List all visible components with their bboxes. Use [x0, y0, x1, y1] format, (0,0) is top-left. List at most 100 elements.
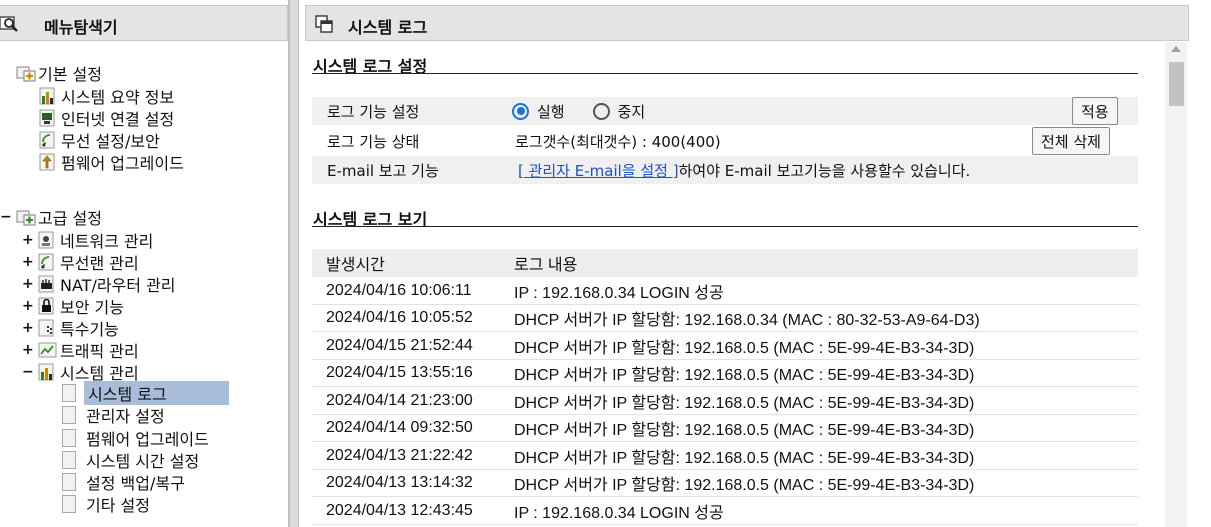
radio-enable-label[interactable]: 실행 [537, 101, 565, 122]
page-icon [62, 429, 76, 447]
log-message: DHCP 서버가 IP 할당함: 192.168.0.34 (MAC : 80-… [514, 312, 980, 329]
log-row: 2024/04/13 12:43:45 IP : 192.168.0.34 LO… [312, 498, 1138, 525]
email-report-text: 하여야 E-mail 보고기능을 사용할수 있습니다. [678, 161, 971, 180]
tree-group-advanced-settings[interactable]: − 고급 설정 [0, 206, 104, 228]
log-row: 2024/04/14 09:32:50 DHCP 서버가 IP 할당함: 192… [312, 415, 1138, 442]
content-title: 시스템 로그 [348, 18, 428, 37]
network-icon [38, 231, 54, 249]
radio-enable[interactable] [512, 102, 529, 120]
magnifier-icon [0, 16, 18, 32]
log-row: 2024/04/13 13:14:32 DHCP 서버가 IP 할당함: 192… [312, 470, 1138, 497]
setting-key: 로그 기능 설정 [327, 102, 420, 121]
panel-splitter[interactable] [288, 0, 299, 527]
lock-icon [38, 297, 54, 315]
radio-disable-label[interactable]: 중지 [618, 101, 646, 122]
page-icon [62, 495, 76, 513]
expand-toggle[interactable]: + [22, 232, 34, 248]
router-icon [38, 275, 54, 293]
folder-plus-icon [16, 66, 36, 82]
log-message: DHCP 서버가 IP 할당함: 192.168.0.5 (MAC : 5E-9… [514, 450, 975, 467]
tree-subitem-other-settings[interactable]: 기타 설정 [62, 493, 152, 515]
tree-subitem-firmware-upgrade[interactable]: 펌웨어 업그레이드 [62, 427, 211, 449]
tree-item-nat-router[interactable]: + NAT/라우터 관리 [22, 273, 178, 295]
radio-disable[interactable] [592, 102, 610, 120]
tree-item-label: 특수기능 [60, 320, 119, 339]
setting-value: [ 관리자 E-mail을 설정 ] 하여야 E-mail 보고기능을 사용할수… [504, 156, 1138, 184]
tree-subitem-label: 펌웨어 업그레이드 [86, 430, 209, 449]
tree-subitem-system-time[interactable]: 시스템 시간 설정 [62, 449, 201, 471]
log-status-row: 로그 기능 상태 로그갯수(최대갯수) : 400(400) 전체 삭제 [312, 127, 1138, 155]
expand-toggle[interactable]: + [22, 320, 34, 336]
traffic-icon [38, 342, 57, 358]
page-icon [62, 406, 76, 424]
log-message: IP : 192.168.0.34 LOGIN 성공 [514, 505, 724, 522]
upgrade-icon [39, 153, 55, 171]
tree-item-system-management[interactable]: − 시스템 관리 [22, 361, 141, 383]
tree-item-label: 펌웨어 업그레이드 [61, 154, 184, 173]
collapse-toggle[interactable]: − [0, 209, 12, 225]
page-icon [62, 384, 76, 402]
tree-item-internet-settings[interactable]: 인터넷 연결 설정 [39, 107, 176, 129]
tree-item-label: NAT/라우터 관리 [60, 276, 176, 295]
content-header: 시스템 로그 [305, 5, 1189, 41]
column-header-time: 발생시간 [326, 257, 385, 274]
tree-subitem-backup-restore[interactable]: 설정 백업/복구 [62, 471, 187, 493]
tree-subitem-system-log[interactable]: 시스템 로그 [62, 381, 229, 405]
collapse-toggle[interactable]: − [22, 364, 34, 380]
tree-subitem-label: 시스템 시간 설정 [86, 452, 200, 471]
apply-button[interactable]: 적용 [1072, 97, 1118, 125]
log-message: DHCP 서버가 IP 할당함: 192.168.0.5 (MAC : 5E-9… [514, 367, 975, 384]
expand-toggle[interactable]: + [22, 298, 34, 314]
vertical-scrollbar[interactable] [1165, 42, 1187, 527]
log-row: 2024/04/15 21:52:44 DHCP 서버가 IP 할당함: 192… [312, 333, 1138, 360]
delete-all-button[interactable]: 전체 삭제 [1032, 127, 1110, 155]
section-divider [312, 226, 1138, 227]
expand-toggle[interactable]: + [22, 276, 34, 292]
content-panel: 시스템 로그 시스템 로그 설정 로그 기능 설정 실행 중지 적용 로그 기능… [303, 0, 1211, 527]
log-message: DHCP 서버가 IP 할당함: 192.168.0.5 (MAC : 5E-9… [514, 395, 975, 412]
tree-item-label: 무선랜 관리 [60, 254, 139, 273]
tree-item-security[interactable]: + 보안 기능 [22, 295, 126, 317]
log-row: 2024/04/16 10:06:11 IP : 192.168.0.34 LO… [312, 278, 1138, 305]
setting-key: 로그 기능 상태 [327, 132, 420, 151]
log-row: 2024/04/13 21:22:42 DHCP 서버가 IP 할당함: 192… [312, 443, 1138, 470]
log-time: 2024/04/15 21:52:44 [326, 337, 473, 354]
setting-value: 실행 중지 적용 [504, 97, 1138, 125]
tree-item-label: 무선 설정/보안 [61, 132, 160, 151]
log-time: 2024/04/14 21:23:00 [326, 392, 473, 409]
log-time: 2024/04/14 09:32:50 [326, 419, 473, 436]
folder-plus-icon [16, 210, 36, 226]
scroll-thumb[interactable] [1169, 62, 1184, 106]
tree-item-traffic-management[interactable]: + 트래픽 관리 [22, 339, 141, 361]
page-icon [62, 473, 76, 491]
tree-subitem-label: 관리자 설정 [86, 407, 165, 426]
log-time: 2024/04/16 10:05:52 [326, 309, 473, 326]
column-header-content: 로그 내용 [514, 257, 578, 274]
log-time: 2024/04/15 13:55:16 [326, 364, 473, 381]
tree-item-firmware-upgrade[interactable]: 펌웨어 업그레이드 [39, 151, 186, 173]
tree-subitem-label: 설정 백업/복구 [86, 474, 185, 493]
tree-item-system-summary[interactable]: 시스템 요약 정보 [39, 85, 176, 107]
tree-item-label: 트래픽 관리 [60, 342, 139, 361]
tree-item-wireless-security[interactable]: 무선 설정/보안 [39, 129, 162, 151]
log-message: DHCP 서버가 IP 할당함: 192.168.0.5 (MAC : 5E-9… [514, 340, 975, 357]
tree-item-label: 보안 기능 [60, 298, 124, 317]
scroll-up-arrow-icon[interactable] [1171, 46, 1181, 52]
log-time: 2024/04/13 21:22:42 [326, 447, 473, 464]
log-row: 2024/04/15 13:55:16 DHCP 서버가 IP 할당함: 192… [312, 360, 1138, 387]
tree-group-basic-settings[interactable]: 기본 설정 [16, 62, 104, 84]
log-row: 2024/04/14 21:23:00 DHCP 서버가 IP 할당함: 192… [312, 388, 1138, 415]
tree-item-network-management[interactable]: + 네트워크 관리 [22, 229, 155, 251]
log-count-text: 로그갯수(최대갯수) : 400(400) [515, 132, 721, 151]
tree-item-special-functions[interactable]: + 특수기능 [22, 317, 121, 339]
admin-email-link[interactable]: [ 관리자 E-mail을 설정 ] [518, 160, 679, 181]
tree-subitem-admin-settings[interactable]: 관리자 설정 [62, 404, 167, 426]
bar-chart-icon [39, 87, 55, 105]
menu-explorer-header: 메뉴탐색기 [0, 5, 288, 41]
globe-icon [39, 109, 55, 127]
tree-item-label: 시스템 요약 정보 [61, 88, 175, 107]
tree-item-wlan-management[interactable]: + 무선랜 관리 [22, 251, 141, 273]
expand-toggle[interactable]: + [22, 342, 34, 358]
tree-subitem-label: 시스템 로그 [84, 381, 229, 405]
expand-toggle[interactable]: + [22, 254, 34, 270]
